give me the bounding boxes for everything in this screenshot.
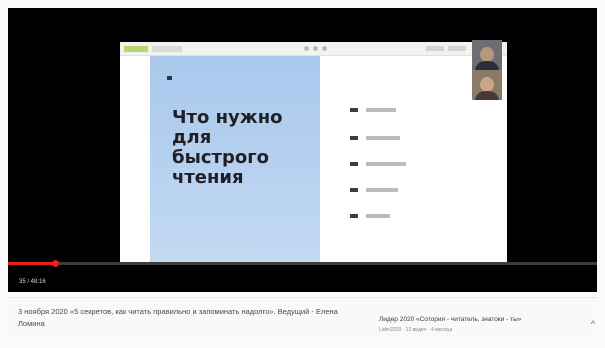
- meeting-tab: [152, 46, 182, 52]
- agenda-item: [348, 106, 498, 114]
- chevron-up-icon[interactable]: ^: [588, 319, 598, 329]
- meeting-toolbar: [120, 42, 507, 56]
- meeting-control-icon: [304, 46, 309, 51]
- agenda-number: [350, 108, 358, 112]
- meeting-indicator: [448, 46, 466, 51]
- meeting-control-icon: [313, 46, 318, 51]
- agenda-number: [350, 162, 358, 166]
- playlist-meta: Lider2020 · 13 видео · 4 месяца: [379, 327, 453, 333]
- participant-video: [472, 40, 502, 70]
- meeting-indicator: [426, 46, 444, 51]
- agenda-text: [366, 214, 390, 218]
- agenda-number: [350, 188, 358, 192]
- agenda-item: [348, 134, 498, 142]
- meeting-control-icon: [322, 46, 327, 51]
- page: Что нужно для быстрого чтения 35 / 48:16…: [0, 0, 605, 348]
- progress-bar[interactable]: [8, 260, 597, 267]
- agenda-item: [348, 212, 498, 220]
- video-player[interactable]: Что нужно для быстрого чтения 35 / 48:16: [8, 8, 597, 292]
- agenda-number: [350, 136, 358, 140]
- agenda-text: [366, 162, 406, 166]
- agenda-number: [350, 214, 358, 218]
- agenda-text: [366, 136, 400, 140]
- agenda-text: [366, 108, 396, 112]
- video-info: 3 ноября 2020 «5 секретов, как читать пр…: [8, 297, 597, 343]
- progress-fill: [8, 262, 56, 265]
- slide-title-panel: Что нужно для быстрого чтения: [150, 56, 320, 263]
- timecode: 35 / 48:16: [19, 279, 46, 285]
- playlist-title[interactable]: Лидер 2020 «Сотория - читатель, знатоки …: [379, 316, 584, 324]
- agenda-text: [366, 188, 398, 192]
- agenda-item: [348, 160, 498, 168]
- video-title: 3 ноября 2020 «5 секретов, как читать пр…: [18, 307, 338, 328]
- slide-marker: [167, 76, 172, 80]
- meeting-logo: [124, 46, 148, 52]
- shared-screen: Что нужно для быстрого чтения: [120, 42, 507, 263]
- participant-video: [472, 70, 502, 100]
- slide-title: Что нужно для быстрого чтения: [172, 107, 283, 188]
- agenda-item: [348, 186, 498, 194]
